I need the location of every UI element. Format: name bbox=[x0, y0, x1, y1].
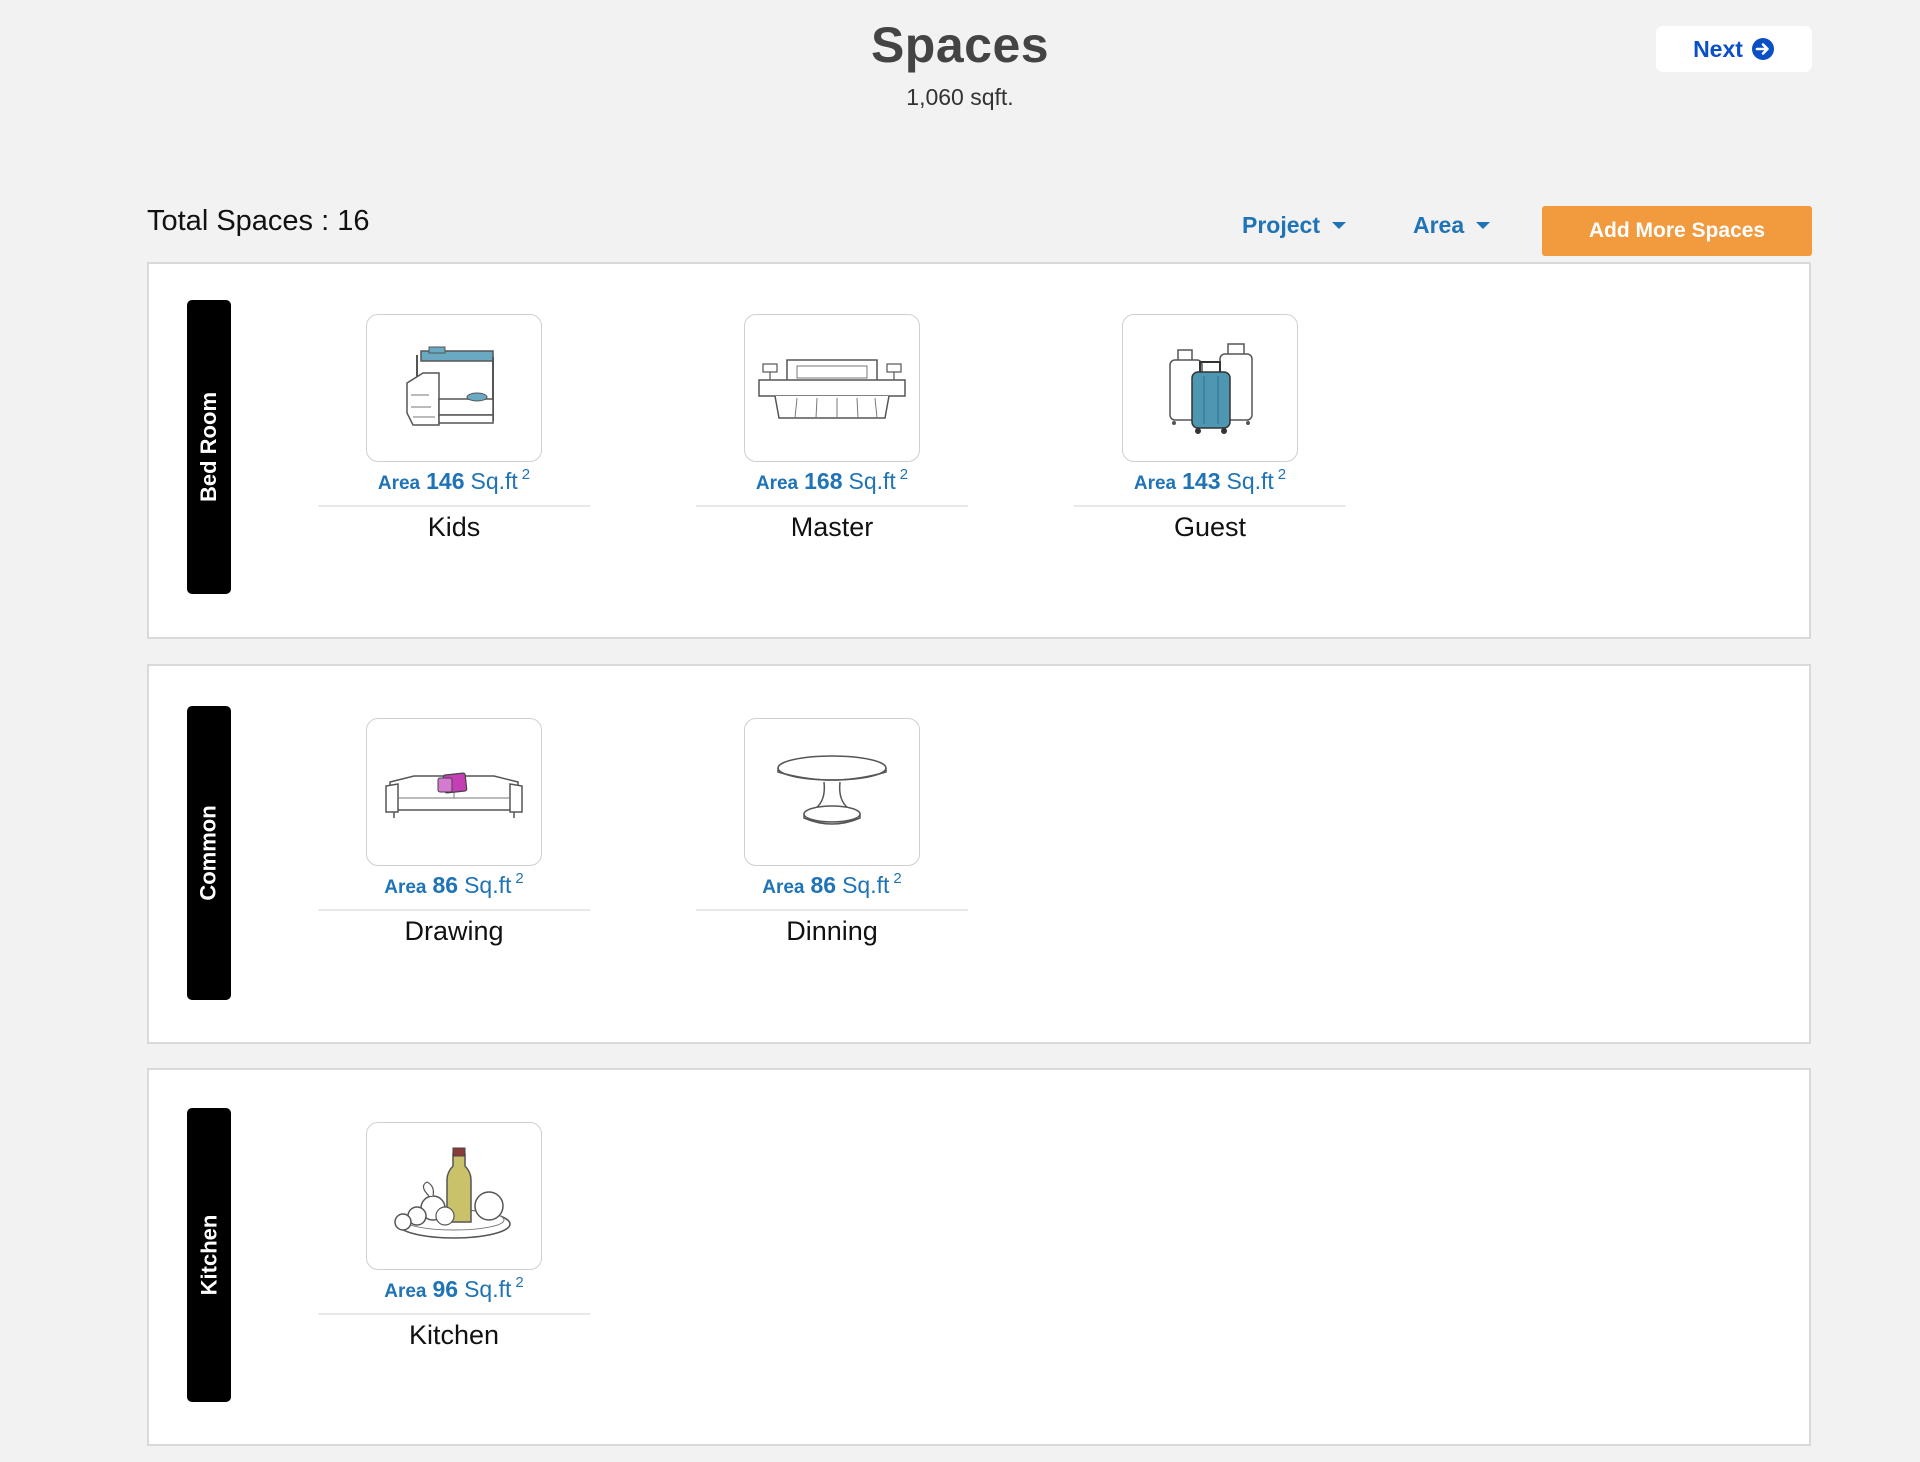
card-divider bbox=[318, 505, 590, 507]
add-more-spaces-button[interactable]: Add More Spaces bbox=[1542, 206, 1812, 256]
card-divider bbox=[696, 505, 968, 507]
section-kitchen: Kitchen Area 96 Sq.ft 2 Kitchen bbox=[147, 1068, 1811, 1446]
round-table-icon bbox=[777, 755, 887, 825]
area-superscript: 2 bbox=[515, 1274, 524, 1291]
area-filter-dropdown[interactable]: Area bbox=[1413, 212, 1491, 239]
room-thumbnail bbox=[366, 718, 542, 866]
card-divider bbox=[318, 1313, 590, 1315]
luggage-icon bbox=[1169, 343, 1253, 434]
bunk-bed-icon bbox=[406, 346, 494, 426]
room-card-kids[interactable]: Area 146 Sq.ft 2 Kids bbox=[318, 314, 590, 554]
area-filter-label: Area bbox=[1413, 212, 1465, 238]
room-area: Area 96 Sq.ft 2 bbox=[318, 1274, 590, 1303]
room-name: Guest bbox=[1173, 512, 1247, 542]
area-unit: Sq.ft bbox=[464, 872, 512, 898]
area-unit: Sq.ft bbox=[848, 468, 896, 494]
room-card-dinning[interactable]: Area 86 Sq.ft 2 Dinning bbox=[696, 718, 968, 958]
page-title: Spaces bbox=[870, 17, 1050, 73]
section-label-text: Bed Room bbox=[196, 392, 221, 502]
food-platter-icon bbox=[394, 1147, 511, 1239]
project-filter-dropdown[interactable]: Project bbox=[1242, 212, 1346, 239]
area-unit: Sq.ft bbox=[464, 1276, 512, 1302]
room-area: Area 146 Sq.ft 2 bbox=[318, 466, 590, 495]
page-header: Spaces 1,060 sqft. Next bbox=[0, 0, 1920, 140]
room-card-drawing[interactable]: Area 86 Sq.ft 2 Drawing bbox=[318, 718, 590, 958]
room-area: Area 143 Sq.ft 2 bbox=[1074, 466, 1346, 495]
card-divider bbox=[1074, 505, 1346, 507]
room-area: Area 86 Sq.ft 2 bbox=[696, 870, 968, 899]
sofa-icon bbox=[385, 772, 523, 818]
next-button-label: Next bbox=[1693, 35, 1743, 62]
section-label: Kitchen bbox=[187, 1108, 231, 1402]
caret-down-icon bbox=[1476, 222, 1491, 229]
area-value: 86 bbox=[810, 872, 837, 898]
section-common: Common Area 86 Sq.ft 2 Drawing Area 86 S… bbox=[147, 664, 1811, 1044]
room-name: Kids bbox=[427, 512, 481, 542]
area-value: 146 bbox=[426, 468, 465, 494]
room-name: Dinning bbox=[786, 916, 878, 946]
area-unit: Sq.ft bbox=[1226, 468, 1274, 494]
area-label: Area bbox=[384, 877, 427, 898]
area-label: Area bbox=[755, 473, 799, 494]
area-label: Area bbox=[384, 1281, 427, 1302]
area-value: 86 bbox=[432, 872, 459, 898]
area-value: 143 bbox=[1182, 468, 1221, 494]
area-superscript: 2 bbox=[893, 870, 902, 887]
area-label: Area bbox=[762, 877, 805, 898]
area-label: Area bbox=[377, 473, 421, 494]
room-card-guest[interactable]: Area 143 Sq.ft 2 Guest bbox=[1074, 314, 1346, 554]
room-thumbnail bbox=[1122, 314, 1298, 462]
area-value: 96 bbox=[432, 1276, 459, 1302]
room-name: Drawing bbox=[404, 916, 504, 946]
area-value: 168 bbox=[804, 468, 843, 494]
total-area-subtitle: 1,060 sqft. bbox=[906, 84, 1014, 110]
section-label-text: Kitchen bbox=[196, 1214, 221, 1296]
section-label: Common bbox=[187, 706, 231, 1000]
area-superscript: 2 bbox=[899, 466, 909, 483]
room-thumbnail bbox=[366, 1122, 542, 1270]
caret-down-icon bbox=[1331, 222, 1346, 229]
card-divider bbox=[696, 909, 968, 911]
room-area: Area 86 Sq.ft 2 bbox=[318, 870, 590, 899]
double-bed-icon bbox=[758, 359, 906, 419]
area-superscript: 2 bbox=[1277, 466, 1287, 483]
total-spaces-count: Total Spaces : 16 bbox=[147, 205, 370, 237]
room-name: Master bbox=[790, 512, 874, 542]
room-card-master[interactable]: Area 168 Sq.ft 2 Master bbox=[696, 314, 968, 554]
next-button[interactable]: Next bbox=[1656, 26, 1812, 72]
project-filter-label: Project bbox=[1242, 212, 1320, 238]
section-label-text: Common bbox=[196, 805, 222, 901]
area-unit: Sq.ft bbox=[470, 468, 518, 494]
section-label: Bed Room bbox=[187, 300, 231, 594]
room-area: Area 168 Sq.ft 2 bbox=[696, 466, 968, 495]
section-bed-room: Bed Room Area 146 Sq.ft 2 Kids Area 168 … bbox=[147, 262, 1811, 639]
area-superscript: 2 bbox=[521, 466, 531, 483]
area-superscript: 2 bbox=[515, 870, 524, 887]
arrow-circle-right-icon bbox=[1751, 37, 1775, 61]
room-thumbnail bbox=[744, 718, 920, 866]
card-divider bbox=[318, 909, 590, 911]
area-label: Area bbox=[1133, 473, 1177, 494]
room-thumbnail bbox=[366, 314, 542, 462]
area-unit: Sq.ft bbox=[842, 872, 890, 898]
room-thumbnail bbox=[744, 314, 920, 462]
room-name: Kitchen bbox=[408, 1320, 500, 1350]
room-card-kitchen[interactable]: Area 96 Sq.ft 2 Kitchen bbox=[318, 1122, 590, 1362]
